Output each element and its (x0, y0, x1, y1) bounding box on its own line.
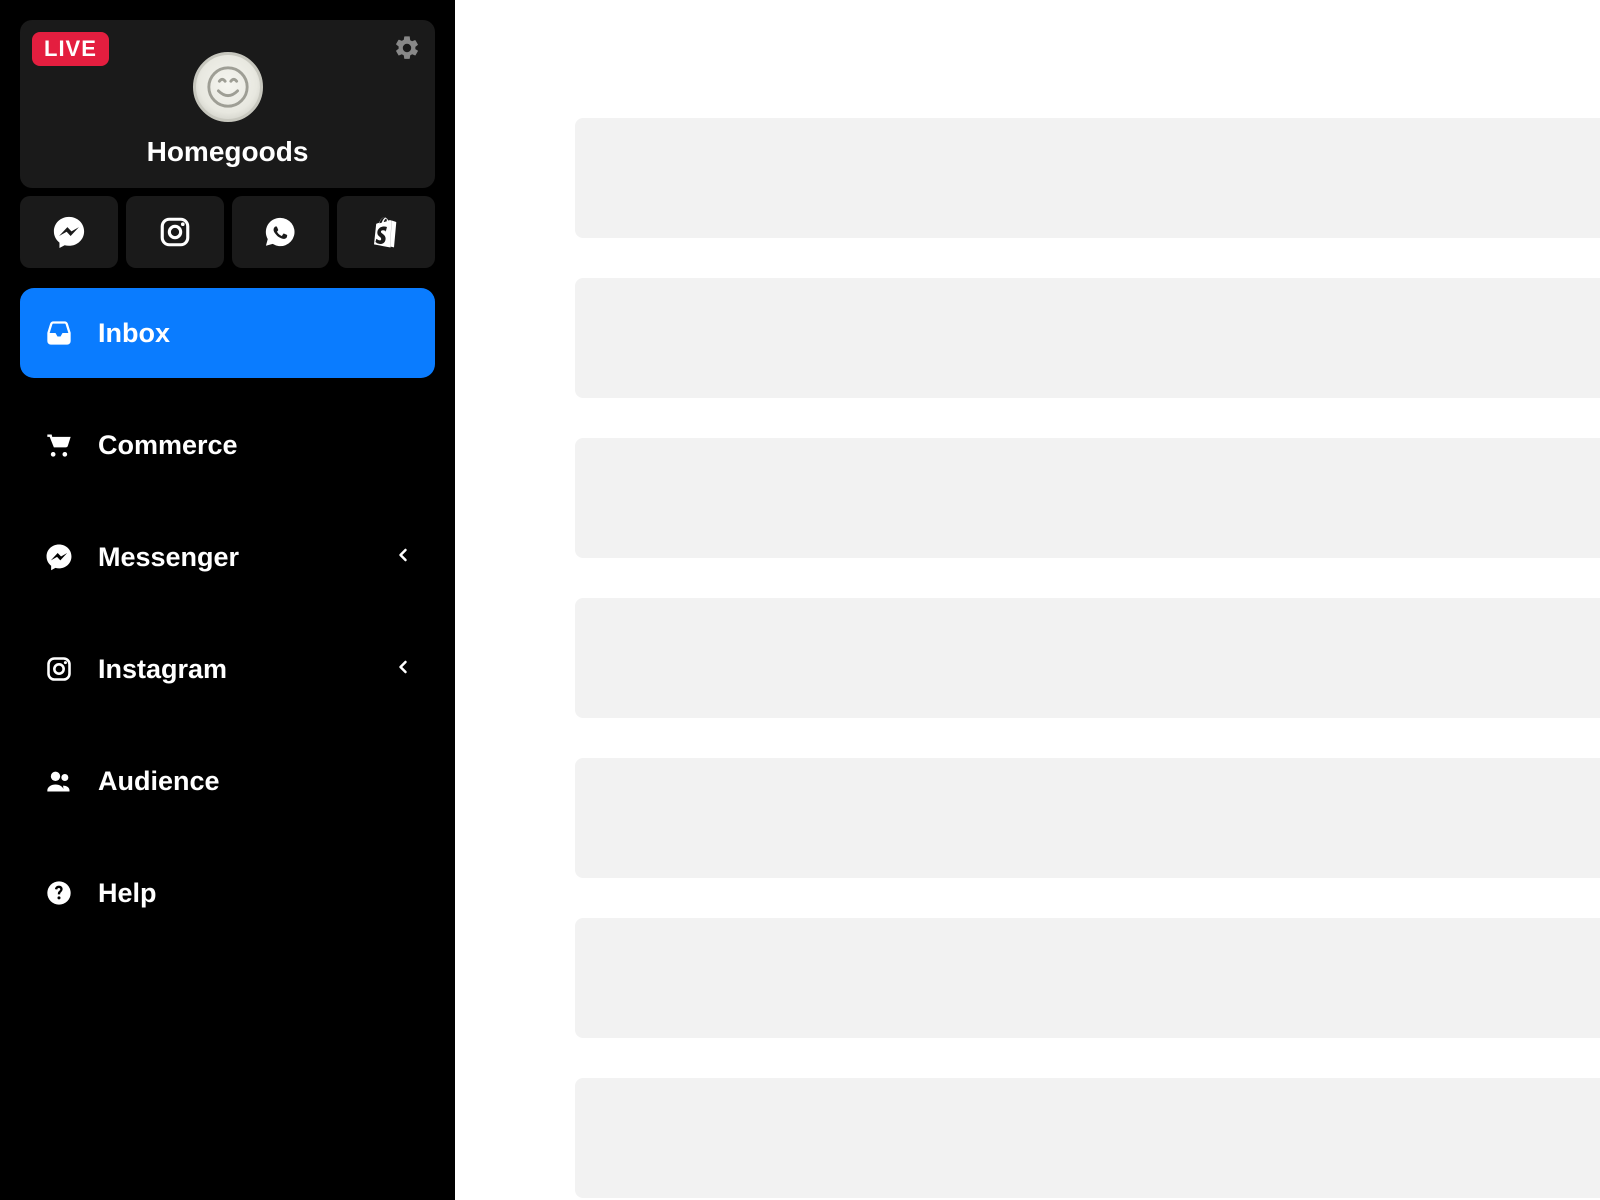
sidebar: LIVE Homegoods (0, 0, 455, 1200)
sidebar-nav: Inbox Commerce Messenger (20, 288, 435, 938)
cart-icon (42, 431, 76, 459)
main-content (455, 0, 1600, 1200)
channel-messenger[interactable] (20, 196, 118, 268)
live-badge: LIVE (32, 32, 109, 66)
nav-label: Audience (98, 766, 220, 797)
nav-label: Help (98, 878, 157, 909)
smiley-icon (205, 64, 251, 110)
channel-shopify[interactable] (337, 196, 435, 268)
instagram-icon (42, 655, 76, 683)
nav-label: Commerce (98, 430, 238, 461)
channel-instagram[interactable] (126, 196, 224, 268)
gear-icon (393, 34, 421, 62)
messenger-icon (52, 215, 86, 249)
whatsapp-icon (263, 215, 297, 249)
nav-label: Instagram (98, 654, 227, 685)
nav-item-audience[interactable]: Audience (20, 736, 435, 826)
nav-label: Messenger (98, 542, 239, 573)
people-icon (42, 767, 76, 795)
channel-row (20, 196, 435, 268)
settings-button[interactable] (389, 30, 425, 66)
nav-item-help[interactable]: Help (20, 848, 435, 938)
inbox-icon (42, 319, 76, 347)
instagram-icon (158, 215, 192, 249)
skeleton-row (575, 1078, 1600, 1198)
nav-item-inbox[interactable]: Inbox (20, 288, 435, 378)
skeleton-row (575, 598, 1600, 718)
skeleton-row (575, 118, 1600, 238)
skeleton-row (575, 918, 1600, 1038)
nav-label: Inbox (98, 318, 170, 349)
shopify-icon (370, 216, 402, 248)
skeleton-list (575, 118, 1600, 1198)
help-icon (42, 879, 76, 907)
profile-card: LIVE Homegoods (20, 20, 435, 188)
brand-name: Homegoods (147, 136, 309, 168)
skeleton-row (575, 278, 1600, 398)
app-root: LIVE Homegoods (0, 0, 1600, 1200)
avatar[interactable] (193, 52, 263, 122)
skeleton-row (575, 758, 1600, 878)
chevron-left-icon (393, 545, 413, 570)
skeleton-row (575, 438, 1600, 558)
chevron-left-icon (393, 657, 413, 682)
channel-whatsapp[interactable] (232, 196, 330, 268)
nav-item-messenger[interactable]: Messenger (20, 512, 435, 602)
nav-item-instagram[interactable]: Instagram (20, 624, 435, 714)
nav-item-commerce[interactable]: Commerce (20, 400, 435, 490)
messenger-icon (42, 543, 76, 571)
